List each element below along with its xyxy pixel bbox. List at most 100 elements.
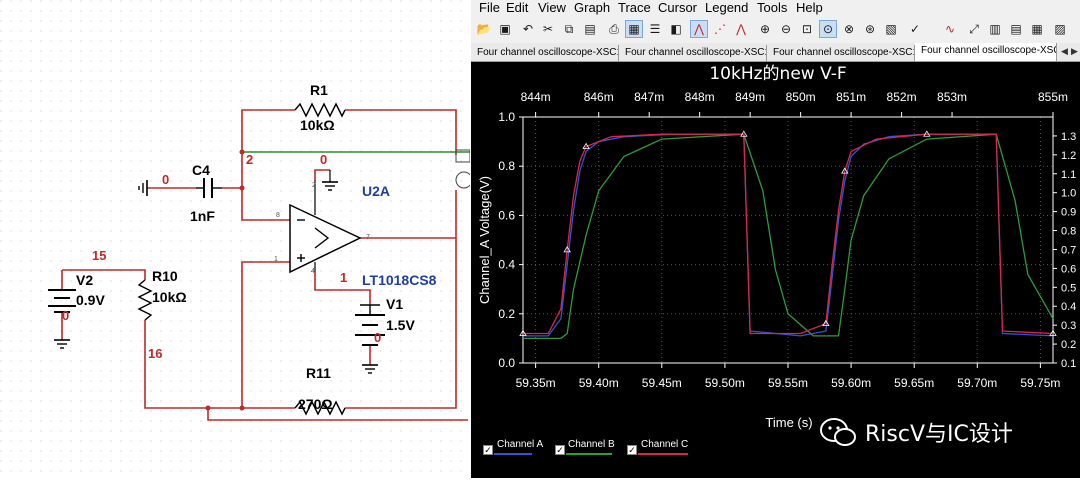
menu-graph[interactable]: Graph (574, 0, 610, 17)
y-tick-label: 0.0 (498, 356, 515, 370)
copy-icon[interactable]: ⧉ (560, 20, 578, 38)
u2a-part: LT1018CS8 (362, 272, 437, 288)
toolbar: 📂 ▣ ↶ ✂ ⧉ ▤ ⎙ ▦ ☰ ◧ ⋀ ⋰ ⋀ ⊕ ⊖ ⊡ ⊙ ⊗ ⊛ ▧ … (471, 17, 1080, 44)
net-label-0: 0 (374, 330, 382, 345)
pin-number: 8 (276, 212, 280, 219)
overlay-icon[interactable]: ◧ (667, 20, 685, 38)
v1-ref: V1 (386, 296, 404, 312)
tab-oscilloscope-1[interactable]: Four channel oscilloscope-XSC1 (471, 45, 619, 61)
y2-tick-label: 0.8 (1061, 226, 1076, 238)
pin-number: 4 (311, 268, 315, 275)
cursor-icon[interactable]: ⋰ (711, 20, 729, 38)
y2-tick-label: 0.3 (1061, 320, 1076, 332)
r11-value: 270Ω (298, 396, 333, 412)
x-tick-label: 59.55m (768, 376, 808, 390)
export2-icon[interactable]: ⤢ (965, 20, 983, 38)
y2-tick-label: 0.5 (1061, 282, 1076, 294)
grid-icon[interactable]: ▦ (625, 20, 643, 38)
zoom-in-icon[interactable]: ⊕ (756, 20, 774, 38)
undo-icon[interactable]: ↶ (519, 20, 537, 38)
pin-number: 2 (312, 182, 316, 189)
x-top-tick-label: 844m (521, 90, 551, 104)
trace-icon[interactable]: ⋀ (690, 20, 708, 38)
x-top-tick-label: 852m (887, 90, 917, 104)
y-tick-label: 0.2 (498, 307, 515, 321)
plot-area[interactable]: 10kHz的new V-F 59.35m 59.40m 59.45m 59.50m 59.… (471, 61, 1080, 478)
net-label-1: 1 (340, 270, 348, 285)
zoom-x-icon[interactable]: ⊗ (840, 20, 858, 38)
menu-edit[interactable]: Edit (506, 0, 528, 17)
y-tick-label: 0.6 (498, 208, 515, 222)
tab-oscilloscope-3[interactable]: Four channel oscilloscope-XSC1 (767, 45, 915, 61)
grapher-view: File Edit View Graph Trace Cursor Legend… (471, 0, 1080, 478)
legend-icon[interactable]: ☰ (646, 20, 664, 38)
channel-a-checkbox[interactable]: ✓ (483, 445, 493, 455)
series-line-channel-b (523, 133, 1054, 340)
y2-tick-label: 1.1 (1061, 169, 1076, 181)
menu-bar: File Edit View Graph Trace Cursor Legend… (471, 0, 1080, 17)
y-axis-label: Channel_A Voltage(V) (477, 176, 492, 304)
cut-icon[interactable]: ✂ (539, 20, 557, 38)
y2-tick-label: 1.3 (1061, 131, 1076, 143)
x-top-tick-label: 849m (735, 90, 765, 104)
schematic-canvas[interactable]: R1 10kΩ C4 1nF U2A LT1018CS8 V2 0.9V R10… (0, 0, 470, 478)
export-image-icon[interactable]: ▦ (1028, 20, 1046, 38)
x-top-tick-label: 848m (685, 90, 715, 104)
zoom-y-icon[interactable]: ⊛ (861, 20, 879, 38)
menu-trace[interactable]: Trace (618, 0, 651, 17)
export-csv-icon[interactable]: ▤ (1007, 20, 1025, 38)
r1-value: 10kΩ (300, 117, 335, 133)
net-label-0: 0 (320, 152, 328, 167)
v2-ref: V2 (76, 272, 94, 288)
channel-c-swatch (638, 453, 688, 455)
net-label-15: 15 (92, 248, 107, 263)
chart-title: 10kHz的new V-F (709, 64, 846, 84)
menu-view[interactable]: View (538, 0, 566, 17)
schematic-drawing (0, 0, 470, 478)
net-label-0: 0 (62, 308, 70, 323)
save-icon[interactable]: ▣ (496, 20, 514, 38)
x-top-tick-label: 847m (634, 90, 664, 104)
channel-a-swatch (494, 453, 532, 455)
channel-c-checkbox[interactable]: ✓ (627, 445, 637, 455)
zoom-out-icon[interactable]: ⊖ (777, 20, 795, 38)
print-icon[interactable]: ⎙ (605, 20, 623, 38)
channel-b-checkbox[interactable]: ✓ (555, 445, 565, 455)
tab-oscilloscope-2[interactable]: Four channel oscilloscope-XSC1 (619, 45, 767, 61)
paste-icon[interactable]: ▤ (581, 20, 599, 38)
x-tick-label: 59.40m (579, 376, 619, 390)
y2-tick-label: 0.1 (1061, 358, 1076, 370)
y-tick-label: 0.8 (498, 159, 515, 173)
x-top-tick-label: 846m (584, 90, 614, 104)
y2-tick-label: 1.0 (1061, 188, 1076, 200)
menu-file[interactable]: File (479, 0, 500, 17)
menu-legend[interactable]: Legend (705, 0, 748, 17)
y2-tick-label: 0.9 (1061, 207, 1076, 219)
graph-icon[interactable]: ✓ (906, 20, 924, 38)
menu-cursor[interactable]: Cursor (658, 0, 697, 17)
cursor2-icon[interactable]: ⋀ (732, 20, 750, 38)
y2-tick-label: 1.2 (1061, 150, 1076, 162)
x-tick-label: 59.65m (894, 376, 934, 390)
copy-graph-icon[interactable]: ▥ (986, 20, 1004, 38)
wechat-icon (819, 415, 859, 449)
watermark-text: RiscV与IC设计 (865, 422, 1013, 447)
x-top-tick-label: 851m (836, 90, 866, 104)
zoom-area-icon[interactable]: ⊙ (819, 20, 837, 38)
menu-tools[interactable]: Tools (757, 0, 787, 17)
zoom-fit-icon[interactable]: ⊡ (798, 20, 816, 38)
tab-scroll-right-icon[interactable]: ▶ (1071, 46, 1078, 57)
tab-scroll-left-icon[interactable]: ◀ (1061, 46, 1068, 57)
y-tick-label: 0.4 (498, 258, 515, 272)
v2-value: 0.9V (76, 292, 105, 308)
y2-tick-label: 0.4 (1061, 301, 1076, 313)
open-icon[interactable]: 📂 (475, 20, 493, 38)
export-icon[interactable]: ∿ (941, 20, 959, 38)
options-icon[interactable]: ▨ (1051, 20, 1069, 38)
x-top-tick-label: 850m (786, 90, 816, 104)
pin-number: 1 (274, 256, 278, 263)
tab-oscilloscope-4[interactable]: Four channel oscilloscope-XSC (915, 43, 1057, 61)
r11-ref: R11 (306, 365, 331, 381)
properties-icon[interactable]: ▧ (882, 20, 900, 38)
menu-help[interactable]: Help (796, 0, 823, 17)
